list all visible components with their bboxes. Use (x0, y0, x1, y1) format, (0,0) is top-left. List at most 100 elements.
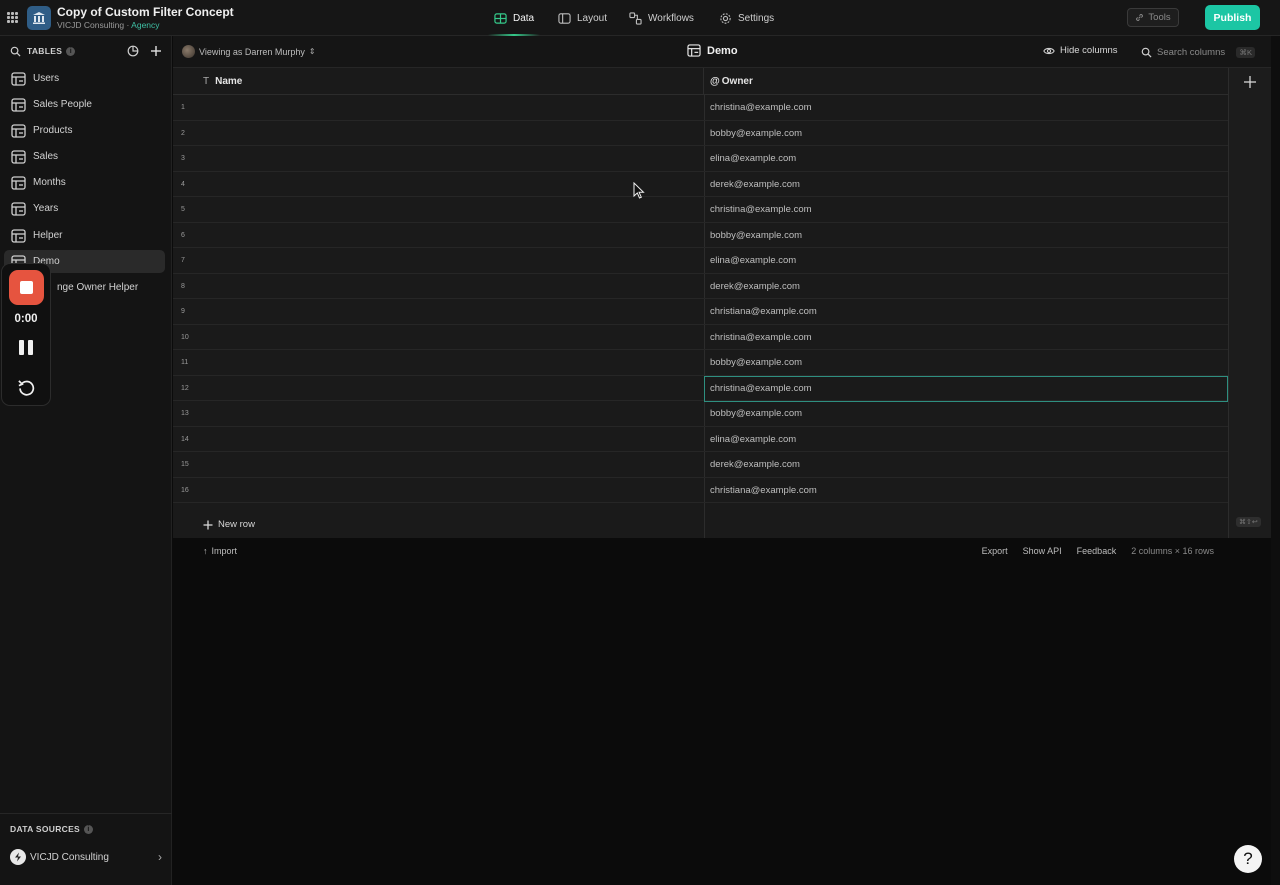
owner-cell[interactable]: bobby@example.com (710, 357, 802, 368)
scrollbar[interactable] (1271, 36, 1280, 885)
import-button[interactable]: ↑ Import (203, 546, 237, 556)
table-row[interactable]: 5 christina@example.com (173, 197, 1228, 223)
table-row[interactable]: 7 elina@example.com (173, 248, 1228, 274)
tab-workflows[interactable]: Workflows (629, 0, 694, 36)
tab-data[interactable]: Data (494, 0, 534, 36)
add-table-icon[interactable] (149, 45, 162, 58)
hide-columns-label: Hide columns (1060, 45, 1118, 56)
viewing-as-selector[interactable]: Viewing as Darren Murphy ⇕ (182, 45, 316, 58)
text-type-icon: T (203, 75, 210, 87)
publish-button[interactable]: Publish (1205, 5, 1260, 30)
table-row[interactable]: 3 elina@example.com (173, 146, 1228, 172)
data-sources-icon[interactable] (126, 45, 139, 58)
row-number: 4 (181, 180, 185, 188)
restart-icon[interactable] (17, 378, 36, 397)
sidebar-item-months[interactable]: Months (4, 171, 165, 194)
owner-cell[interactable]: christina@example.com (710, 102, 812, 113)
sidebar-item-helper[interactable]: Helper (4, 224, 165, 247)
owner-cell[interactable]: christina@example.com (710, 332, 812, 343)
app-title[interactable]: Copy of Custom Filter Concept (57, 5, 234, 19)
row-number: 3 (181, 155, 185, 162)
sidebar-item-label: Sales People (33, 99, 92, 110)
tab-settings[interactable]: Settings (719, 0, 774, 36)
column-header-owner[interactable]: @ Owner (704, 68, 1228, 95)
owner-cell[interactable]: elina@example.com (710, 434, 796, 445)
table-row[interactable]: 12 christina@example.com (173, 375, 1228, 402)
screen-recorder: 0:00 (1, 263, 51, 406)
owner-cell[interactable]: derek@example.com (710, 281, 800, 292)
table-row[interactable]: 2 bobby@example.com (173, 121, 1228, 146)
column-header-label: Owner (721, 75, 753, 87)
add-column-icon[interactable] (1243, 75, 1257, 89)
column-header-name[interactable]: T Name (173, 68, 704, 95)
layout-icon (558, 12, 571, 24)
search-shortcut: ⌘K (1236, 46, 1255, 58)
data-source-label: VICJD Consulting (30, 851, 109, 863)
table-row[interactable]: 11 bobby@example.com (173, 350, 1228, 376)
export-link[interactable]: Export (982, 546, 1008, 556)
table-icon (11, 175, 26, 190)
tab-settings-label: Settings (738, 12, 775, 24)
sidebar-item-years[interactable]: Years (4, 197, 165, 220)
tab-layout[interactable]: Layout (558, 0, 607, 36)
tab-data-label: Data (513, 12, 535, 24)
table-row[interactable]: 10 christina@example.com (173, 325, 1228, 350)
owner-cell[interactable]: christiana@example.com (710, 485, 817, 496)
org-name: VICJD Consulting · (57, 20, 132, 30)
page-title-label: Demo (707, 44, 738, 57)
feedback-link[interactable]: Feedback (1077, 546, 1117, 556)
show-api-link[interactable]: Show API (1023, 546, 1062, 556)
table-row[interactable]: 16 christiana@example.com (173, 478, 1228, 503)
search-columns-input[interactable]: Search columns ⌘K (1141, 44, 1255, 60)
owner-cell[interactable]: christina@example.com (710, 204, 812, 215)
table-row[interactable]: 13 bobby@example.com (173, 401, 1228, 427)
row-number: 15 (181, 461, 189, 468)
sidebar-item-label: Users (33, 73, 60, 84)
owner-cell[interactable]: elina@example.com (710, 255, 796, 266)
help-button[interactable]: ? (1234, 845, 1262, 873)
search-icon[interactable] (10, 46, 21, 57)
chevron-updown-icon: ⇕ (308, 47, 316, 56)
info-icon[interactable]: i (66, 46, 76, 56)
bolt-icon (10, 849, 26, 865)
sidebar-item-sales[interactable]: Sales (4, 145, 165, 168)
selected-cell-outline (704, 375, 1228, 402)
new-row-button[interactable]: New row (203, 519, 255, 530)
app-grid-icon[interactable] (7, 12, 18, 23)
table-row[interactable]: 14 elina@example.com (173, 427, 1228, 452)
app-logo[interactable] (27, 6, 51, 30)
owner-cell[interactable]: derek@example.com (710, 459, 800, 470)
sidebar-item-products[interactable]: Products (4, 119, 165, 142)
owner-cell[interactable]: elina@example.com (710, 153, 796, 164)
hide-columns-button[interactable]: Hide columns (1043, 45, 1118, 56)
stop-record-button[interactable] (9, 270, 44, 305)
table-row[interactable]: 15 derek@example.com (173, 452, 1228, 478)
tools-button[interactable]: Tools (1127, 8, 1179, 27)
owner-cell[interactable]: bobby@example.com (710, 230, 802, 241)
page-title: Demo (687, 44, 738, 57)
row-number: 16 (181, 486, 189, 494)
tools-label: Tools (1148, 12, 1171, 23)
info-icon[interactable]: i (84, 824, 94, 834)
sidebar-item-users[interactable]: Users (4, 67, 165, 90)
table-row[interactable]: 9 christiana@example.com (173, 299, 1228, 325)
app-subtitle: VICJD Consulting · Agency (57, 20, 160, 30)
table-row[interactable]: 8 derek@example.com (173, 274, 1228, 299)
mouse-cursor-icon (633, 182, 645, 199)
table-row[interactable]: 4 derek@example.com (173, 172, 1228, 197)
stop-icon (20, 281, 33, 294)
sidebar-item-sales-people[interactable]: Sales People (4, 93, 165, 116)
table-row[interactable]: 1 christina@example.com (173, 95, 1228, 121)
owner-cell[interactable]: christiana@example.com (710, 306, 817, 317)
data-sources-label: DATA SOURCES (10, 824, 81, 834)
owner-cell[interactable]: bobby@example.com (710, 128, 802, 139)
content-header: Viewing as Darren Murphy ⇕ Demo Hide col… (173, 36, 1271, 68)
table-row[interactable]: 6 bobby@example.com (173, 223, 1228, 248)
owner-cell[interactable]: bobby@example.com (710, 408, 802, 419)
table-icon (11, 97, 26, 112)
top-bar: Copy of Custom Filter Concept VICJD Cons… (0, 0, 1280, 36)
owner-cell[interactable]: derek@example.com (710, 179, 800, 190)
pause-button[interactable] (19, 340, 33, 355)
data-source-item[interactable]: VICJD Consulting › (10, 848, 162, 866)
sidebar: TABLES i Users Sales People Products Sal… (0, 36, 172, 885)
